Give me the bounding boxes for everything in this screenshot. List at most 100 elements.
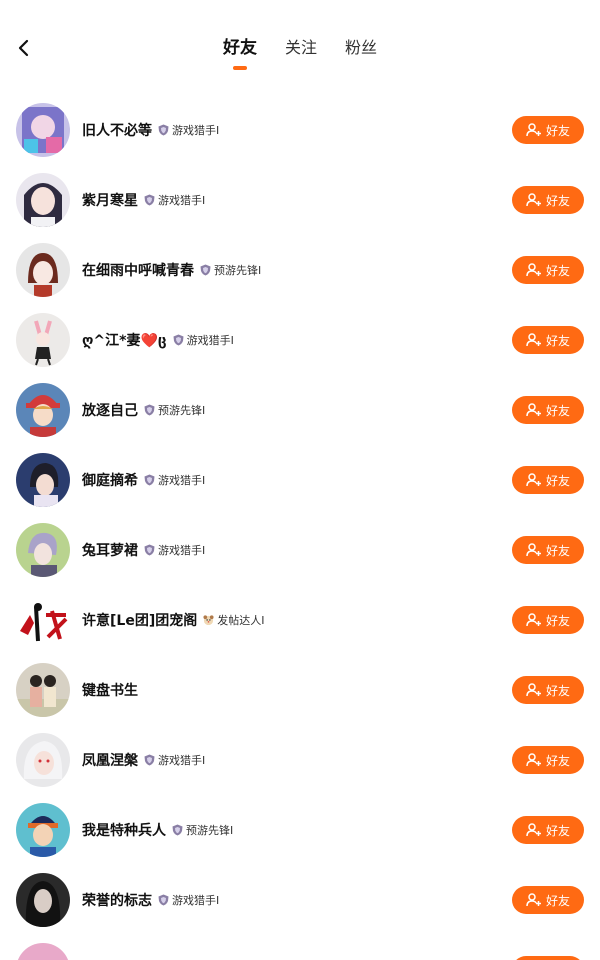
friend-button[interactable]: 好友 [512,396,584,424]
tab-following[interactable]: 关注 [283,36,319,62]
user-name[interactable]: 放逐自己 [82,400,138,420]
user-name-group: 在细雨中呼喊青春 预游先锋Ⅰ [82,259,261,281]
friend-button[interactable]: 好友 [512,816,584,844]
avatar[interactable] [16,313,70,367]
badge-label: 游戏猎手Ⅰ [172,124,220,137]
shield-icon [144,194,155,206]
user-name[interactable]: 御庭摘希 [82,470,138,490]
friends-screen: 旧人不必等 游戏猎手Ⅰ 好友 紫月寒星 游戏猎手Ⅰ 好友 在细雨中呼喊青春 预游… [0,0,600,960]
list-item[interactable]: 放逐自己 预游先锋Ⅰ 好友 [0,375,600,445]
list-item[interactable]: 在细雨中呼喊青春 预游先锋Ⅰ 好友 [0,235,600,305]
level-badge: 预游先锋Ⅰ [172,822,233,838]
list-item[interactable]: 键盘书生 好友 [0,655,600,725]
friend-button[interactable]: 好友 [512,466,584,494]
list-item[interactable]: 许意[Le团]团宠阁 发帖达人Ⅰ 好友 [0,585,600,655]
user-name[interactable]: 许意[Le团]团宠阁 [82,610,197,630]
badge-label: 游戏猎手Ⅰ [186,334,234,347]
avatar[interactable] [16,873,70,927]
user-name[interactable]: 在细雨中呼喊青春 [82,260,194,280]
avatar[interactable] [16,733,70,787]
user-name[interactable]: 荣誉的标志 [82,890,152,910]
friend-button[interactable]: 好友 [512,676,584,704]
friend-button[interactable]: 好友 [512,116,584,144]
user-name-group: 许意[Le团]团宠阁 发帖达人Ⅰ [82,609,264,631]
user-name[interactable]: 凤凰涅槃 [82,750,138,770]
shield-icon [172,824,183,836]
badge-label: 游戏猎手Ⅰ [158,474,206,487]
friend-button[interactable]: 好友 [512,606,584,634]
friend-button[interactable]: 好友 [512,536,584,564]
list-item-partial-bottom[interactable] [0,935,600,960]
avatar[interactable] [16,173,70,227]
friend-button-label: 好友 [545,403,570,418]
list-item[interactable]: 兔耳萝裙 游戏猎手Ⅰ 好友 [0,515,600,585]
user-name-group: 放逐自己 预游先锋Ⅰ [82,399,205,421]
friend-button[interactable]: 好友 [512,186,584,214]
add-user-icon [526,333,541,347]
list-item[interactable]: 凤凰涅槃 游戏猎手Ⅰ 好友 [0,725,600,795]
friend-button[interactable]: 好友 [512,256,584,284]
badge-label: 预游先锋Ⅰ [158,404,206,417]
friend-button-label: 好友 [545,263,570,278]
friend-button-label: 好友 [545,683,570,698]
user-name-group: 凤凰涅槃 游戏猎手Ⅰ [82,749,205,771]
tab-bar: 好友 关注 粉丝 [0,36,600,76]
avatar[interactable] [16,383,70,437]
badge-label: 游戏猎手Ⅰ [172,894,220,907]
avatar[interactable] [16,523,70,577]
friend-button[interactable]: 好友 [512,746,584,774]
shield-icon [144,474,155,486]
user-name-group: 键盘书生 [82,679,138,701]
badge-label: 发帖达人Ⅰ [217,614,265,627]
list-item[interactable]: 我是特种兵人 预游先锋Ⅰ 好友 [0,795,600,865]
avatar[interactable] [16,243,70,297]
friend-button-label: 好友 [545,613,570,628]
user-name-group: 荣誉的标志 游戏猎手Ⅰ [82,889,219,911]
avatar[interactable] [16,453,70,507]
user-name-group: ღ^江*妻❤️ც 游戏猎手Ⅰ [82,329,234,351]
level-badge: 游戏猎手Ⅰ [158,122,219,138]
user-name-group: 紫月寒星 游戏猎手Ⅰ [82,189,205,211]
user-name-group: 旧人不必等 游戏猎手Ⅰ [82,119,219,141]
friend-button[interactable] [512,956,584,960]
tab-friends[interactable]: 好友 [221,36,259,62]
level-badge: 预游先锋Ⅰ [144,402,205,418]
user-name[interactable]: ღ^江*妻❤️ც [82,330,167,350]
friend-button-label: 好友 [545,473,570,488]
user-name[interactable]: 兔耳萝裙 [82,540,138,560]
avatar[interactable] [16,803,70,857]
user-name[interactable]: 旧人不必等 [82,120,152,140]
user-name[interactable]: 紫月寒星 [82,190,138,210]
shield-icon [158,894,169,906]
dog-icon [203,615,214,626]
shield-icon [144,404,155,416]
list-item[interactable]: 旧人不必等 游戏猎手Ⅰ 好友 [0,95,600,165]
avatar[interactable] [16,663,70,717]
tab-fans[interactable]: 粉丝 [343,36,379,62]
friend-button[interactable]: 好友 [512,886,584,914]
shield-icon [144,754,155,766]
add-user-icon [526,193,541,207]
avatar[interactable] [16,103,70,157]
badge-label: 预游先锋Ⅰ [214,264,262,277]
level-badge: 游戏猎手Ⅰ [144,752,205,768]
friend-button-label: 好友 [545,123,570,138]
add-user-icon [526,403,541,417]
user-name[interactable]: 键盘书生 [82,680,138,700]
avatar[interactable] [16,943,70,960]
friend-button-label: 好友 [545,753,570,768]
user-name-group: 我是特种兵人 预游先锋Ⅰ [82,819,233,841]
list-item[interactable]: 荣誉的标志 游戏猎手Ⅰ 好友 [0,865,600,935]
list-item[interactable]: ღ^江*妻❤️ც 游戏猎手Ⅰ 好友 [0,305,600,375]
list-item[interactable]: 御庭摘希 游戏猎手Ⅰ 好友 [0,445,600,515]
friend-button[interactable]: 好友 [512,326,584,354]
friend-button-label: 好友 [545,823,570,838]
add-user-icon [526,473,541,487]
friend-button-label: 好友 [545,333,570,348]
level-badge: 游戏猎手Ⅰ [144,472,205,488]
list-item[interactable]: 紫月寒星 游戏猎手Ⅰ 好友 [0,165,600,235]
avatar[interactable] [16,593,70,647]
badge-label: 游戏猎手Ⅰ [158,194,206,207]
shield-icon [144,544,155,556]
user-name[interactable]: 我是特种兵人 [82,820,166,840]
